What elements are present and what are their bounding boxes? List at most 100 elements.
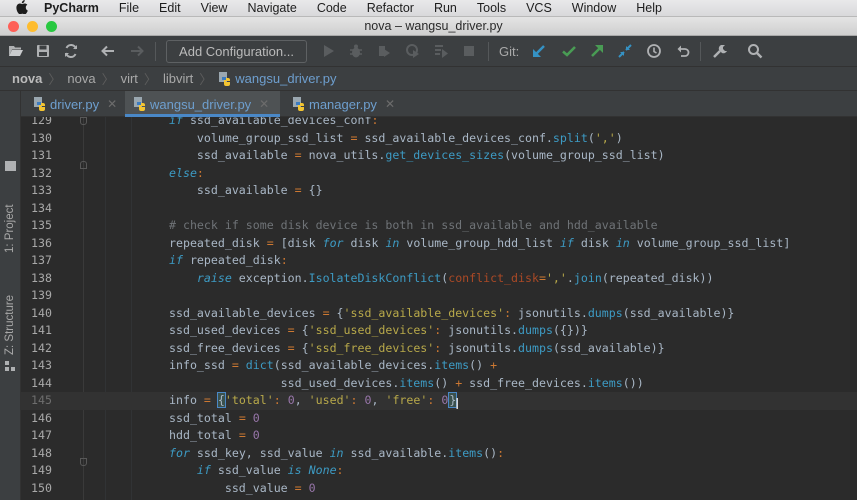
line-number[interactable]: 133 (31, 182, 61, 200)
breadcrumb-item[interactable]: libvirt (163, 71, 193, 86)
code-editor[interactable]: 129 if ssd_available_devices_conf: 130 vol… (21, 117, 857, 500)
line-number[interactable]: 140 (31, 305, 61, 323)
breadcrumb-separator: 〉 (143, 72, 157, 87)
code-line[interactable]: 135 # check if some disk device is both i… (21, 217, 857, 235)
code-line[interactable]: 141 ssd_used_devices = {'ssd_used_devices… (21, 322, 857, 340)
breadcrumb-file[interactable]: wangsu_driver.py (218, 71, 336, 86)
line-number[interactable]: 141 (31, 322, 61, 340)
breadcrumb-item[interactable]: nova (12, 71, 42, 86)
line-number[interactable]: 138 (31, 270, 61, 288)
breadcrumb-file-label: wangsu_driver.py (235, 71, 337, 86)
line-number[interactable]: 139 (31, 287, 61, 305)
run-button[interactable] (319, 42, 337, 60)
menu-app-name[interactable]: PyCharm (44, 1, 99, 15)
line-number[interactable]: 143 (31, 357, 61, 375)
code-line[interactable]: 145 info = {'total': 0, 'used': 0, 'free'… (21, 392, 857, 410)
code-line[interactable]: 142 ssd_free_devices = {'ssd_free_devices… (21, 340, 857, 358)
toolbar-separator (488, 42, 489, 61)
rollback-icon (677, 45, 690, 57)
close-tab-icon[interactable]: ✕ (259, 97, 269, 111)
code-line[interactable]: 137 if repeated_disk: (21, 252, 857, 270)
history-button[interactable] (645, 42, 663, 60)
line-number[interactable]: 150 (31, 480, 61, 498)
code-line[interactable]: 138 raise exception.IsolateDiskConflict(… (21, 270, 857, 288)
line-number[interactable]: 142 (31, 340, 61, 358)
code-line[interactable]: 136 repeated_disk = [disk for disk in vol… (21, 235, 857, 253)
menu-view[interactable]: View (201, 1, 228, 15)
line-number[interactable]: 144 (31, 375, 61, 393)
open-button[interactable] (7, 42, 25, 60)
forward-button[interactable] (128, 42, 146, 60)
stop-button[interactable] (460, 42, 478, 60)
menu-window[interactable]: Window (572, 1, 616, 15)
code-line[interactable]: 146 ssd_total = 0 (21, 410, 857, 428)
line-number[interactable]: 137 (31, 252, 61, 270)
code-line[interactable]: 129 if ssd_available_devices_conf: (21, 117, 857, 130)
apple-icon[interactable] (16, 0, 30, 17)
line-number[interactable]: 149 (31, 462, 61, 480)
breadcrumb-item[interactable]: virt (121, 71, 138, 86)
profile-button[interactable] (404, 42, 422, 60)
menu-vcs[interactable]: VCS (526, 1, 552, 15)
debug-button[interactable] (347, 42, 365, 60)
breadcrumb-separator: 〉 (48, 72, 62, 87)
code-text: ssd_available_devices = {'ssd_available_… (169, 305, 735, 320)
code-line[interactable]: 132 else: (21, 165, 857, 183)
git-push-button[interactable] (588, 42, 606, 60)
menu-tools[interactable]: Tools (477, 1, 506, 15)
project-tool-window-button[interactable]: 1: Project (4, 204, 16, 253)
coverage-button[interactable] (375, 42, 393, 60)
code-line[interactable]: 147 hdd_total = 0 (21, 427, 857, 445)
structure-tool-window-button[interactable]: Z: Structure (4, 295, 16, 355)
close-tab-icon[interactable]: ✕ (107, 97, 117, 111)
settings-button[interactable] (710, 42, 728, 60)
code-line[interactable]: 130 volume_group_ssd_list = ssd_availabl… (21, 130, 857, 148)
code-line[interactable]: 143 info_ssd = dict(ssd_available_devices… (21, 357, 857, 375)
line-number[interactable]: 146 (31, 410, 61, 428)
line-number[interactable]: 129 (31, 117, 61, 130)
line-number[interactable]: 148 (31, 445, 61, 463)
menu-file[interactable]: File (119, 1, 139, 15)
code-line[interactable]: 144 ssd_used_devices.items() + ssd_free_… (21, 375, 857, 393)
code-line[interactable]: 148 for ssd_key, ssd_value in ssd_availab… (21, 445, 857, 463)
git-compare-button[interactable] (616, 42, 634, 60)
code-line[interactable]: 139 (21, 287, 857, 305)
menu-code[interactable]: Code (317, 1, 347, 15)
close-tab-icon[interactable]: ✕ (385, 97, 395, 111)
tab-manager[interactable]: manager.py ✕ (284, 91, 409, 117)
structure-icon (5, 359, 16, 377)
tab-driver[interactable]: driver.py ✕ (25, 91, 127, 117)
code-line[interactable]: 133 ssd_available = {} (21, 182, 857, 200)
code-line[interactable]: 149 if ssd_value is None: (21, 462, 857, 480)
rollback-button[interactable] (674, 42, 692, 60)
code-text: else: (169, 165, 204, 180)
menu-navigate[interactable]: Navigate (247, 1, 296, 15)
line-number[interactable]: 130 (31, 130, 61, 148)
git-commit-button[interactable] (560, 42, 578, 60)
line-number[interactable]: 145 (31, 392, 61, 410)
line-number[interactable]: 131 (31, 147, 61, 165)
line-number[interactable]: 132 (31, 165, 61, 183)
code-line[interactable]: 131 ssd_available = nova_utils.get_devic… (21, 147, 857, 165)
menu-edit[interactable]: Edit (159, 1, 181, 15)
line-number[interactable]: 135 (31, 217, 61, 235)
menu-refactor[interactable]: Refactor (367, 1, 414, 15)
concurrency-button[interactable] (432, 42, 450, 60)
line-number[interactable]: 147 (31, 427, 61, 445)
save-button[interactable] (34, 42, 52, 60)
code-line[interactable]: 150 ssd_value = 0 (21, 480, 857, 498)
tab-wangsu-driver[interactable]: wangsu_driver.py ✕ (125, 91, 280, 117)
back-button[interactable] (99, 42, 117, 60)
menu-help[interactable]: Help (636, 1, 662, 15)
line-number[interactable]: 134 (31, 200, 61, 218)
code-line[interactable]: 134 (21, 200, 857, 218)
menu-run[interactable]: Run (434, 1, 457, 15)
code-line[interactable]: 140 ssd_available_devices = {'ssd_availab… (21, 305, 857, 323)
sync-button[interactable] (62, 42, 80, 60)
breadcrumb-item[interactable]: nova (67, 71, 95, 86)
add-configuration-button[interactable]: Add Configuration... (166, 40, 307, 63)
git-update-button[interactable] (530, 42, 548, 60)
search-everywhere-button[interactable] (746, 42, 764, 60)
python-file-icon (218, 71, 232, 86)
line-number[interactable]: 136 (31, 235, 61, 253)
